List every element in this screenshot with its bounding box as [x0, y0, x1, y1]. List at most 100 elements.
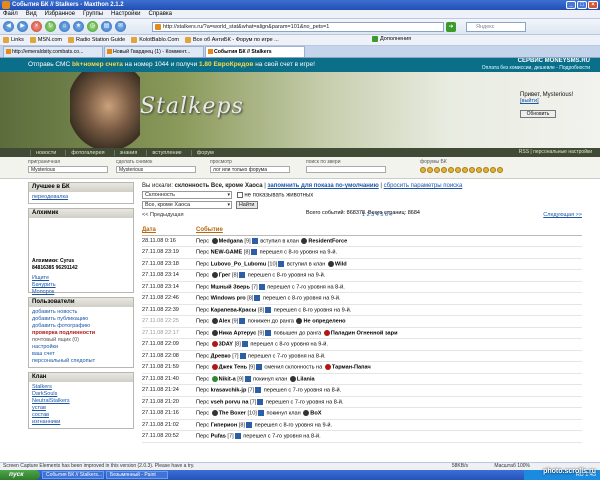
alchemist-link[interactable]: Бачурить	[32, 282, 56, 289]
back-icon[interactable]: ◀	[3, 21, 14, 32]
clan-name[interactable]: BoX	[310, 411, 321, 417]
mail-icon[interactable]: ✉	[115, 21, 126, 32]
start-button[interactable]: пуск	[0, 470, 40, 480]
player-name[interactable]: krasavchik-jp	[211, 388, 247, 394]
player-name[interactable]: Ника Артерус	[219, 330, 257, 336]
maximize-button[interactable]: □	[577, 1, 587, 9]
smile-icon[interactable]	[469, 167, 475, 173]
info-icon[interactable]	[257, 398, 264, 405]
player-name[interactable]: Nikit-a	[219, 376, 236, 382]
clan-name[interactable]: Wild	[335, 261, 347, 267]
favorites-icon[interactable]: ★	[73, 21, 84, 32]
browser-tab[interactable]: http://emeraldsity.combats.co...	[3, 46, 103, 57]
info-icon[interactable]	[254, 295, 261, 302]
taskbar-task[interactable]: Безымянный - Paint	[106, 471, 168, 479]
smile-icon[interactable]	[497, 167, 503, 173]
smile-icon[interactable]	[448, 167, 454, 173]
info-icon[interactable]	[258, 283, 265, 290]
find-button[interactable]: Найти	[235, 200, 258, 209]
menu-item[interactable]: Избранное	[45, 11, 75, 17]
taskbar-task[interactable]: События БК // Stalkers...	[42, 471, 104, 479]
update-button[interactable]: Обновить	[520, 110, 556, 118]
filter-input[interactable]: Mysterious	[28, 166, 108, 173]
clan-name[interactable]: Паладин Огненной зари	[331, 330, 398, 336]
info-icon[interactable]	[278, 260, 285, 267]
alignment-value-select[interactable]: Все, кроме Хаоса	[142, 200, 232, 209]
clan-name[interactable]: ResidentForce	[308, 238, 347, 244]
link-item[interactable]: Все об АнтиБК - Форум по игре ...	[184, 37, 279, 43]
info-icon[interactable]	[246, 421, 253, 428]
player-name[interactable]: Грег	[219, 273, 231, 279]
player-name[interactable]: The Boxer	[219, 411, 246, 417]
refresh-icon[interactable]: ↻	[45, 21, 56, 32]
close-button[interactable]: ×	[588, 1, 598, 9]
smile-icon[interactable]	[462, 167, 468, 173]
info-icon[interactable]	[257, 410, 264, 417]
alchemist-link[interactable]: Ищите	[32, 275, 56, 282]
user-link[interactable]: добавить публикацию	[32, 316, 130, 323]
player-name[interactable]: Pufas	[211, 434, 226, 440]
info-icon[interactable]	[244, 375, 251, 382]
player-name[interactable]: Windows pro	[211, 296, 246, 302]
player-name[interactable]: Древко	[211, 353, 231, 359]
info-icon[interactable]	[234, 433, 241, 440]
user-link[interactable]: добавить фотографию	[32, 323, 130, 330]
next-page-link[interactable]: Следующая >>	[543, 212, 582, 218]
info-icon[interactable]	[241, 341, 248, 348]
menu-item[interactable]: Справка	[148, 11, 172, 17]
player-name[interactable]: Джек Тень	[219, 365, 247, 371]
zoom-level[interactable]: Масштаб 100%	[494, 463, 530, 470]
smile-icon[interactable]	[476, 167, 482, 173]
clan-link[interactable]: изгнанники	[32, 419, 130, 426]
nav-right-links[interactable]: RSS | персональные настройки	[519, 149, 592, 155]
info-icon[interactable]	[265, 306, 272, 313]
player-name[interactable]: Alex	[219, 319, 231, 325]
remember-default-link[interactable]: запомнить для показа по-умолчанию	[268, 183, 379, 189]
search-input[interactable]: Яндекс	[466, 22, 526, 32]
menu-item[interactable]: Файл	[3, 11, 18, 17]
filter-input[interactable]: лог или только форума	[210, 166, 290, 173]
print-icon[interactable]: ▤	[101, 21, 112, 32]
user-link[interactable]: ваш счет	[32, 351, 130, 358]
address-bar[interactable]: http://stalkers.ru/?a=world_stat&what=al…	[152, 22, 444, 32]
clan-link[interactable]: DarkSouls	[32, 391, 130, 398]
nav-item[interactable]: фотогалерея	[65, 149, 109, 156]
history-icon[interactable]: ◷	[87, 21, 98, 32]
link-item[interactable]: KolotBablo.Com	[131, 37, 179, 43]
info-icon[interactable]	[255, 364, 262, 371]
smile-icon[interactable]	[455, 167, 461, 173]
smile-icon[interactable]	[427, 167, 433, 173]
player-name[interactable]: 3DAY	[219, 342, 233, 348]
player-name[interactable]: Карапева-Красы	[211, 307, 257, 313]
smile-icon[interactable]	[420, 167, 426, 173]
browser-tab[interactable]: Новый Гвардеец (1) - Коммент...	[104, 46, 204, 57]
home-icon[interactable]: ⌂	[59, 21, 70, 32]
nav-item[interactable]: вступление	[146, 149, 186, 156]
menu-item[interactable]: Настройки	[111, 11, 140, 17]
user-link[interactable]: почтовый ящик (0)	[32, 337, 130, 344]
forward-icon[interactable]: ▶	[17, 21, 28, 32]
browser-tab[interactable]: События БК // Stalkers	[205, 46, 305, 57]
clan-link[interactable]: устав	[32, 405, 130, 412]
no-pets-checkbox[interactable]	[236, 192, 243, 198]
col-event-header[interactable]: Событие	[196, 226, 582, 236]
smile-icon[interactable]	[490, 167, 496, 173]
user-link[interactable]: настройки	[32, 344, 130, 351]
info-icon[interactable]	[239, 272, 246, 279]
link-item[interactable]: MSN.com	[29, 37, 62, 43]
smile-icon[interactable]	[441, 167, 447, 173]
stop-icon[interactable]: ×	[31, 21, 42, 32]
menu-item[interactable]: Группы	[83, 11, 103, 17]
smile-icon[interactable]	[434, 167, 440, 173]
clan-name[interactable]: Lilania	[297, 376, 315, 382]
link-item[interactable]: Radio Station Guide	[67, 37, 125, 43]
site-logo[interactable]: Stalkeps	[140, 94, 244, 119]
info-icon[interactable]	[251, 237, 258, 244]
nav-item[interactable]: знания	[113, 149, 143, 156]
go-button[interactable]: ➜	[446, 22, 456, 32]
user-link[interactable]: проверка подлинности	[32, 330, 130, 337]
minimize-button[interactable]: _	[566, 1, 576, 9]
reset-search-link[interactable]: сбросить параметры поиска	[384, 183, 463, 189]
sms-banner[interactable]: Отправь СМС bk+номер счета на номер 1044…	[0, 58, 600, 72]
nav-item[interactable]: новости	[30, 149, 61, 156]
